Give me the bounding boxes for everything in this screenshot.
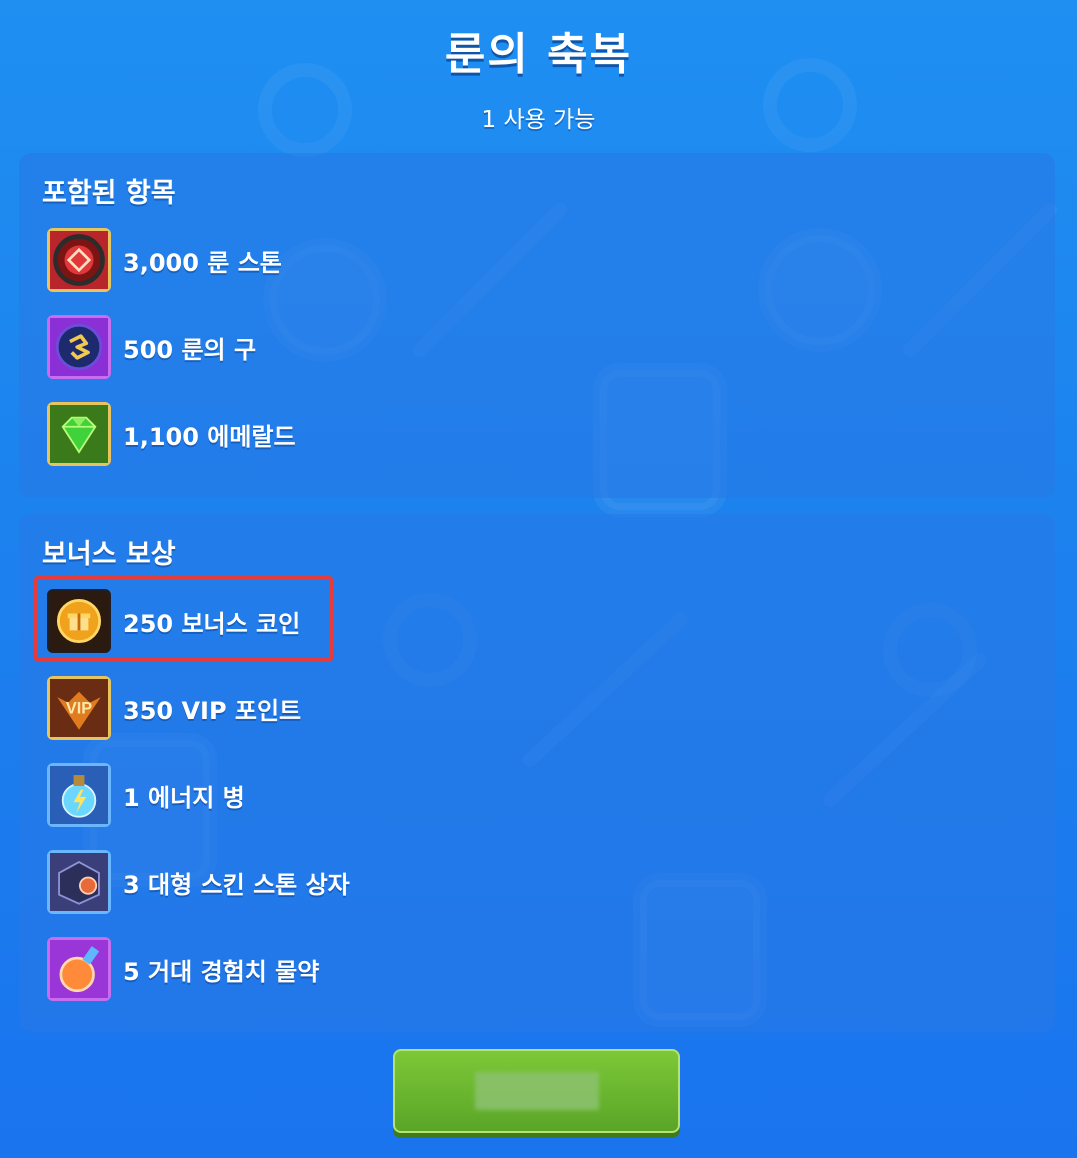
- exp-potion-icon: [47, 937, 111, 1001]
- bonus-item-label: 3 대형 스킨 스톤 상자: [123, 870, 350, 899]
- skin-stone-chest-icon: [47, 850, 111, 914]
- included-item-label: 1,100 에메랄드: [123, 422, 296, 451]
- bonus-item-label: 350 VIP 포인트: [123, 696, 302, 725]
- included-item-rune-orb: 500 룬의 구: [47, 312, 647, 382]
- emerald-icon: [47, 402, 111, 466]
- svg-text:VIP: VIP: [66, 699, 92, 717]
- included-items-panel: 포함된 항목 3,000 룬 스톤 500 룬의 구 1,100 에메랄드: [19, 153, 1055, 498]
- vip-points-icon: VIP: [47, 676, 111, 740]
- included-item-emerald: 1,100 에메랄드: [47, 399, 647, 469]
- confirm-button[interactable]: [393, 1049, 680, 1133]
- bonus-rewards-title: 보너스 보상: [42, 539, 176, 570]
- included-item-label: 500 룬의 구: [123, 335, 257, 364]
- bonus-item-energy: 1 에너지 병: [47, 760, 647, 830]
- included-item-label: 3,000 룬 스톤: [123, 248, 282, 277]
- bonus-item-skin-chest: 3 대형 스킨 스톤 상자: [47, 847, 647, 917]
- highlight-box: [34, 576, 333, 662]
- energy-bottle-icon: [47, 763, 111, 827]
- included-items-title: 포함된 항목: [42, 178, 176, 209]
- bonus-item-label: 5 거대 경험치 물약: [123, 957, 320, 986]
- bonus-item-label: 1 에너지 병: [123, 783, 245, 812]
- rune-orb-icon: [47, 315, 111, 379]
- included-item-rune-stone: 3,000 룬 스톤: [47, 225, 647, 295]
- confirm-button-label: [474, 1072, 599, 1110]
- availability-count: 1 사용 가능: [481, 107, 596, 133]
- rune-stone-icon: [47, 228, 111, 292]
- page-title: 룬의 축복: [444, 29, 633, 80]
- bonus-item-vip: VIP 350 VIP 포인트: [47, 673, 647, 743]
- bonus-item-exp-potion: 5 거대 경험치 물약: [47, 934, 647, 1004]
